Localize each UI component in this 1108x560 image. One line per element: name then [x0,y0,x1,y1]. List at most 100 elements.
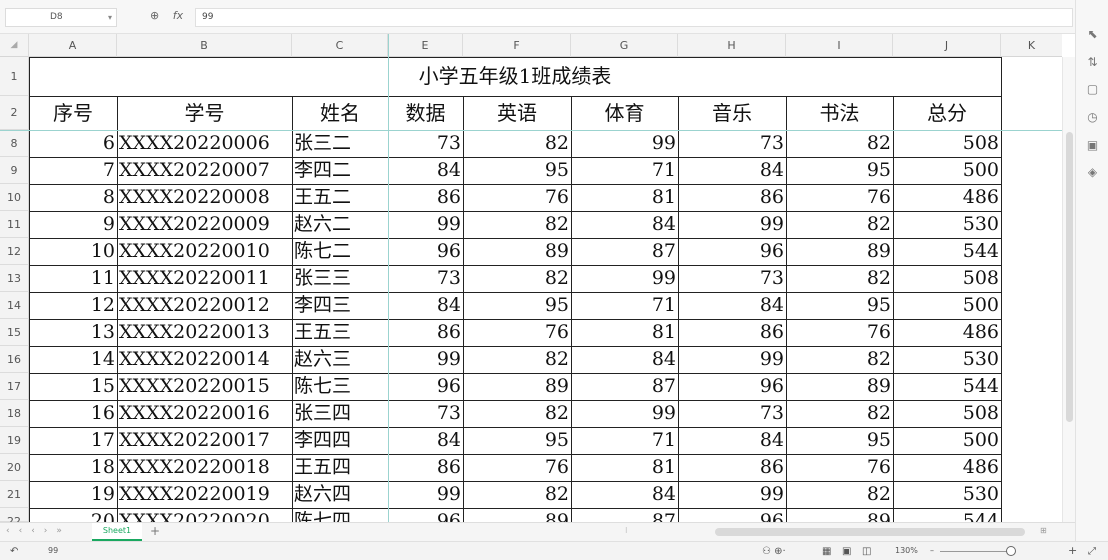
column-header-g[interactable]: G [571,34,678,57]
horizontal-scroll-thumb[interactable] [715,528,1025,536]
table-cell[interactable]: 81 [573,454,676,481]
row-header[interactable]: 11 [0,211,29,238]
zoom-in-icon[interactable]: + [1068,544,1077,557]
table-cell[interactable]: 99 [573,130,676,157]
table-cell[interactable]: 82 [465,400,569,427]
row-header[interactable]: 13 [0,265,29,292]
row-header[interactable]: 15 [0,319,29,346]
vertical-scrollbar[interactable] [1062,57,1075,522]
table-cell[interactable]: 76 [788,454,891,481]
zoom-slider-knob[interactable] [1006,546,1016,556]
table-cell[interactable]: XXXX20220019 [119,481,290,508]
table-cell[interactable]: 508 [895,130,999,157]
table-cell[interactable]: 99 [390,346,461,373]
table-cell[interactable]: 84 [390,157,461,184]
table-cell[interactable]: 9 [31,211,115,238]
column-header-a[interactable]: A [29,34,117,57]
header-cell[interactable]: 书法 [786,96,893,130]
zoom-level[interactable]: 130% [895,546,918,555]
table-cell[interactable]: 赵六二 [294,211,386,238]
table-cell[interactable]: 13 [31,319,115,346]
table-cell[interactable]: 18 [31,454,115,481]
table-cell[interactable]: XXXX20220012 [119,292,290,319]
image-icon[interactable]: ▣ [1084,137,1101,154]
sheet-title[interactable]: 小学五年级1班成绩表 [29,57,1001,96]
table-cell[interactable]: 544 [895,508,999,522]
table-cell[interactable]: 84 [390,292,461,319]
table-cell[interactable]: 86 [390,184,461,211]
table-cell[interactable]: 87 [573,238,676,265]
undo-icon[interactable]: ↶ [10,546,18,557]
table-cell[interactable]: 99 [680,346,784,373]
table-cell[interactable]: 20 [31,508,115,522]
normal-view-icon[interactable]: ▦ [822,546,831,557]
table-cell[interactable]: 73 [390,130,461,157]
table-cell[interactable]: XXXX20220013 [119,319,290,346]
row-header[interactable]: 2 [0,96,29,130]
table-cell[interactable]: 7 [31,157,115,184]
table-cell[interactable]: XXXX20220011 [119,265,290,292]
table-cell[interactable]: 76 [465,454,569,481]
location-icon[interactable]: ◈ [1084,164,1101,181]
table-cell[interactable]: 486 [895,454,999,481]
table-cell[interactable]: 10 [31,238,115,265]
table-cell[interactable]: 81 [573,184,676,211]
table-cell[interactable]: 8 [31,184,115,211]
table-cell[interactable]: 84 [573,346,676,373]
table-cell[interactable]: 99 [390,211,461,238]
table-cell[interactable]: 71 [573,427,676,454]
table-cell[interactable]: XXXX20220007 [119,157,290,184]
table-cell[interactable]: XXXX20220020 [119,508,290,522]
table-cell[interactable]: 82 [788,265,891,292]
table-cell[interactable]: 96 [680,508,784,522]
table-cell[interactable]: 76 [788,184,891,211]
table-cell[interactable]: 486 [895,319,999,346]
hscroll-left-icon[interactable]: ⁝ [625,526,628,535]
table-cell[interactable]: 96 [680,373,784,400]
table-cell[interactable]: 6 [31,130,115,157]
table-cell[interactable]: 508 [895,400,999,427]
table-cell[interactable]: 96 [390,508,461,522]
table-cell[interactable]: XXXX20220014 [119,346,290,373]
table-cell[interactable]: XXXX20220010 [119,238,290,265]
table-cell[interactable]: 71 [573,292,676,319]
table-cell[interactable]: 95 [465,292,569,319]
table-cell[interactable]: 82 [465,265,569,292]
zoom-slider[interactable] [940,551,1015,552]
table-cell[interactable]: 张三四 [294,400,386,427]
page-layout-icon[interactable]: ▣ [842,546,851,557]
table-cell[interactable]: 82 [788,481,891,508]
row-header[interactable]: 10 [0,184,29,211]
table-cell[interactable]: 15 [31,373,115,400]
table-cell[interactable]: 76 [465,184,569,211]
table-cell[interactable]: 86 [390,319,461,346]
table-cell[interactable]: 82 [788,400,891,427]
table-cell[interactable]: 89 [465,373,569,400]
table-cell[interactable]: 82 [465,481,569,508]
table-cell[interactable]: 19 [31,481,115,508]
table-cell[interactable]: 82 [788,130,891,157]
table-cell[interactable]: 82 [465,211,569,238]
table-cell[interactable]: 96 [680,238,784,265]
table-cell[interactable]: 李四四 [294,427,386,454]
row-header[interactable]: 17 [0,373,29,400]
header-cell[interactable]: 总分 [893,96,1001,130]
table-cell[interactable]: 14 [31,346,115,373]
table-cell[interactable]: 陈七三 [294,373,386,400]
table-cell[interactable]: 89 [465,238,569,265]
row-header[interactable]: 8 [0,130,29,157]
plus-icon[interactable]: + [150,524,160,538]
table-cell[interactable]: 544 [895,373,999,400]
select-all-corner[interactable]: ◢ [0,34,29,57]
table-cell[interactable]: 王五二 [294,184,386,211]
table-cell[interactable]: 95 [788,157,891,184]
column-header-b[interactable]: B [117,34,292,57]
table-cell[interactable]: 张三二 [294,130,386,157]
header-cell[interactable]: 音乐 [678,96,786,130]
table-cell[interactable]: 84 [680,292,784,319]
table-cell[interactable]: 86 [390,454,461,481]
header-cell[interactable]: 英语 [463,96,571,130]
table-cell[interactable]: XXXX20220017 [119,427,290,454]
table-cell[interactable]: 84 [680,427,784,454]
vertical-scroll-thumb[interactable] [1066,132,1073,422]
